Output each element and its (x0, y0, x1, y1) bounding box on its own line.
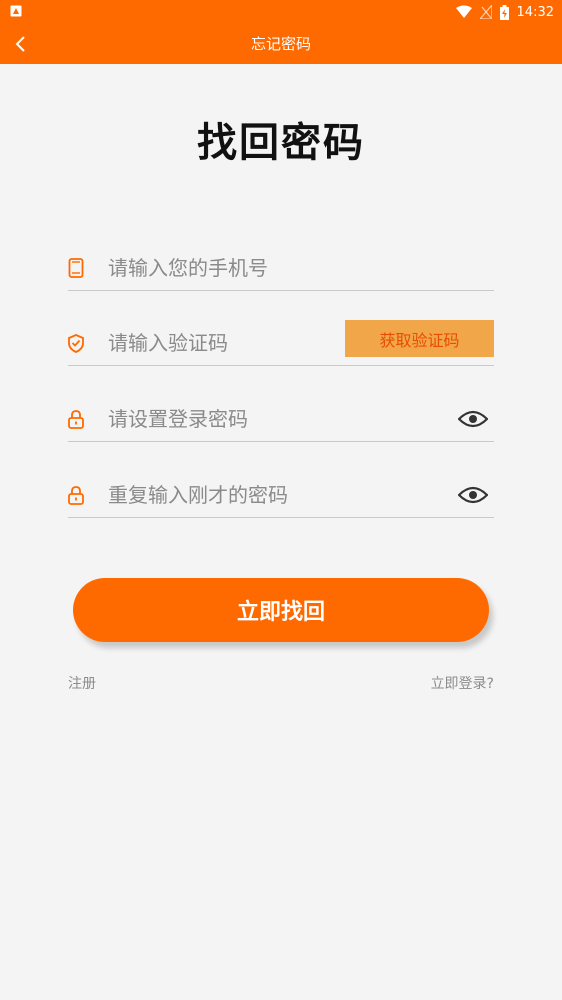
phone-icon (68, 258, 84, 278)
header-title: 忘记密码 (250, 35, 311, 53)
phone-input[interactable] (106, 252, 430, 284)
eye-icon[interactable] (458, 409, 488, 429)
submit-button[interactable]: 立即找回 (73, 578, 489, 642)
page-title: 找回密码 (197, 120, 365, 166)
get-code-button[interactable]: 获取验证码 (345, 320, 494, 357)
password-input[interactable] (106, 403, 430, 435)
code-input[interactable] (106, 327, 330, 359)
eye-icon[interactable] (458, 485, 488, 505)
confirm-password-input[interactable] (106, 479, 430, 511)
status-bar: 14:32 (0, 0, 562, 24)
battery-icon (499, 4, 509, 20)
shield-icon (68, 334, 84, 353)
app-notification-icon (10, 5, 22, 17)
register-link[interactable]: 注册 (68, 673, 96, 693)
status-time: 14:32 (516, 4, 554, 20)
title-bar: 忘记密码 (0, 24, 562, 64)
lock-icon (68, 486, 84, 505)
lock-icon (68, 410, 84, 429)
password-field (68, 397, 494, 442)
signal-icon (479, 5, 492, 19)
phone-field (68, 246, 494, 291)
confirm-password-field (68, 473, 494, 518)
login-link[interactable]: 立即登录? (431, 673, 494, 693)
wifi-icon (455, 5, 472, 18)
